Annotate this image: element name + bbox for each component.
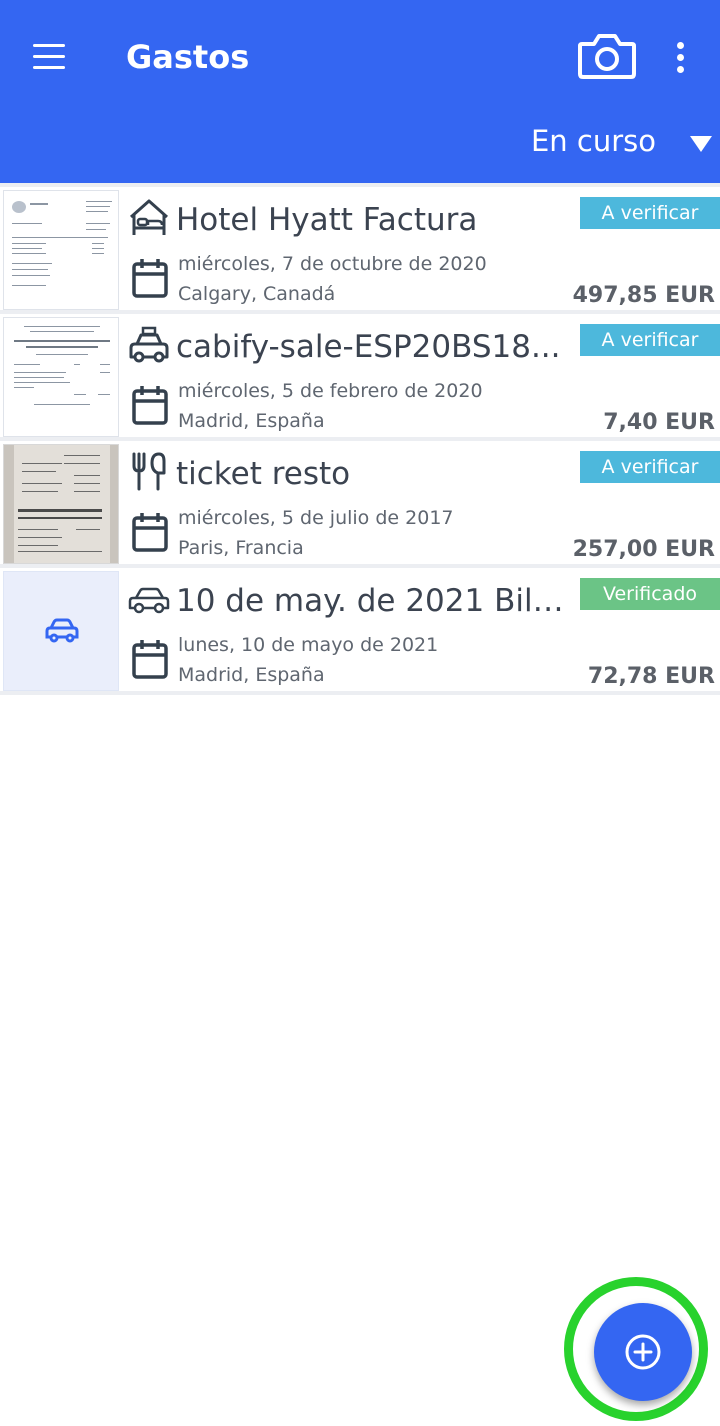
calendar-icon — [132, 513, 168, 552]
status-badge: A verificar — [580, 324, 720, 356]
expense-title: ticket resto — [176, 456, 351, 492]
more-vert-dot — [677, 66, 684, 73]
menu-icon-bar — [33, 66, 65, 69]
expense-date: miércoles, 7 de octubre de 2020 — [178, 253, 487, 275]
car-icon — [128, 587, 170, 614]
taxi-icon — [129, 326, 169, 363]
expense-row[interactable]: Hotel Hyatt Factura A verificar miércole… — [0, 187, 720, 311]
receipt-thumbnail — [3, 571, 119, 691]
expense-amount: 7,40 EUR — [603, 410, 715, 435]
calendar-icon — [132, 640, 168, 679]
expense-date: miércoles, 5 de julio de 2017 — [178, 507, 454, 529]
expense-location: Madrid, España — [178, 664, 325, 686]
restaurant-icon — [132, 452, 166, 491]
page-title: Gastos — [126, 38, 250, 76]
add-expense-button[interactable] — [594, 1303, 692, 1401]
more-vert-dot — [677, 54, 684, 61]
expense-row[interactable]: ticket resto A verificar miércoles, 5 de… — [0, 441, 720, 565]
expense-amount: 72,78 EUR — [587, 664, 715, 689]
calendar-icon — [132, 259, 168, 298]
expense-location: Madrid, España — [178, 410, 325, 432]
expense-title: cabify-sale-ESP20BS18... — [176, 329, 561, 365]
car-placeholder-icon — [45, 618, 79, 643]
status-filter-dropdown[interactable]: En curso — [531, 124, 656, 158]
more-options-button[interactable] — [666, 38, 696, 78]
add-circle-icon — [625, 1334, 661, 1370]
menu-icon-bar — [33, 55, 65, 58]
expense-date: lunes, 10 de mayo de 2021 — [178, 634, 439, 656]
menu-icon — [33, 44, 65, 47]
expense-title: 10 de may. de 2021 Bilb... — [176, 583, 574, 619]
app-bar: Gastos En curso — [0, 0, 720, 183]
status-badge: A verificar — [580, 197, 720, 229]
receipt-thumbnail — [3, 317, 119, 437]
expense-amount: 497,85 EUR — [572, 283, 715, 308]
expense-location: Calgary, Canadá — [178, 283, 336, 305]
expense-title: Hotel Hyatt Factura — [176, 202, 478, 238]
calendar-icon — [132, 386, 168, 425]
receipt-thumbnail — [3, 444, 119, 564]
camera-icon — [578, 34, 636, 79]
hotel-bed-icon — [130, 199, 168, 235]
menu-button[interactable] — [28, 36, 70, 78]
status-badge: Verificado — [580, 578, 720, 610]
camera-button[interactable] — [576, 30, 638, 82]
caret-down-icon[interactable] — [690, 136, 712, 152]
receipt-thumbnail — [3, 190, 119, 310]
status-badge: A verificar — [580, 451, 720, 483]
expense-row[interactable]: cabify-sale-ESP20BS18... A verificar mié… — [0, 314, 720, 438]
expense-location: Paris, Francia — [178, 537, 304, 559]
row-divider — [0, 691, 720, 695]
more-vert-icon — [677, 42, 684, 49]
expense-date: miércoles, 5 de febrero de 2020 — [178, 380, 483, 402]
expense-amount: 257,00 EUR — [572, 537, 715, 562]
expense-row[interactable]: 10 de may. de 2021 Bilb... Verificado lu… — [0, 568, 720, 692]
